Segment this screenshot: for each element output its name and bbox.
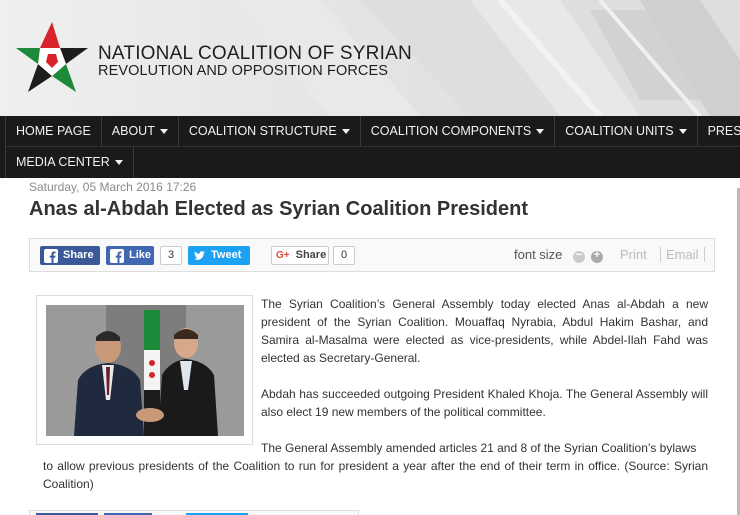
- article-title[interactable]: Anas al-Abdah Elected as Syrian Coalitio…: [29, 198, 528, 221]
- article-paragraph-1: The Syrian Coalition’s General Assembly …: [261, 297, 708, 365]
- facebook-like-button[interactable]: Like: [106, 246, 154, 265]
- nav-item-coalition-components[interactable]: COALITION COMPONENTS: [361, 116, 556, 147]
- article-photo[interactable]: [46, 305, 244, 436]
- nav-item-coalition-units[interactable]: COALITION UNITS: [555, 116, 698, 147]
- nav-label: MEDIA CENTER: [16, 155, 110, 169]
- chevron-down-icon: [678, 129, 687, 135]
- site-header: NATIONAL COALITION OF SYRIAN REVOLUTION …: [0, 0, 740, 116]
- nav-row-1: HOME PAGE ABOUT COALITION STRUCTURE COAL…: [5, 116, 740, 147]
- chevron-down-icon: [114, 160, 123, 166]
- google-plus-count: 0: [333, 246, 355, 265]
- article-paragraph-4: to allow previous presidents of the Coal…: [43, 459, 708, 491]
- nav-label: COALITION COMPONENTS: [370, 124, 532, 138]
- share-toolbar-bottom: [29, 510, 359, 515]
- nav-item-home[interactable]: HOME PAGE: [5, 116, 102, 147]
- article-paragraph-3: The General Assembly amended articles 21…: [261, 441, 697, 455]
- google-plus-icon: G+: [276, 250, 290, 261]
- article-photo-frame: [36, 295, 253, 445]
- nav-label: HOME PAGE: [16, 124, 91, 138]
- nav-item-about[interactable]: ABOUT: [102, 116, 179, 147]
- chevron-down-icon: [159, 129, 168, 135]
- font-decrease-button[interactable]: −: [573, 249, 585, 263]
- brand-line-1: NATIONAL COALITION OF SYRIAN: [98, 43, 412, 64]
- facebook-icon: [110, 248, 124, 263]
- nav-row-2: MEDIA CENTER: [5, 147, 134, 178]
- tweet-button[interactable]: Tweet: [188, 246, 250, 265]
- tweet-label: Tweet: [211, 249, 242, 261]
- chevron-down-icon: [536, 129, 545, 135]
- twitter-bird-icon: [192, 249, 206, 263]
- facebook-share-label: Share: [63, 249, 94, 261]
- nav-label: COALITION STRUCTURE: [188, 124, 337, 138]
- chevron-down-icon: [341, 129, 350, 135]
- nav-item-press-releases[interactable]: PRESS RE: [698, 116, 740, 147]
- star-logo-icon[interactable]: [14, 20, 90, 96]
- like-count: 3: [160, 246, 182, 265]
- minus-icon: −: [575, 249, 583, 261]
- article-container: Saturday, 05 March 2016 17:26 Anas al-Ab…: [5, 178, 727, 515]
- nav-item-media-center[interactable]: MEDIA CENTER: [5, 147, 134, 178]
- nav-item-coalition-structure[interactable]: COALITION STRUCTURE: [179, 116, 361, 147]
- article-date: Saturday, 05 March 2016 17:26: [29, 180, 197, 194]
- facebook-like-label: Like: [129, 249, 152, 261]
- email-link[interactable]: Email: [660, 247, 705, 262]
- main-navigation: HOME PAGE ABOUT COALITION STRUCTURE COAL…: [0, 116, 740, 178]
- google-plus-share-label: Share: [295, 249, 327, 261]
- plus-icon: +: [593, 249, 601, 261]
- google-plus-share-button[interactable]: G+ Share: [271, 246, 329, 265]
- nav-label: ABOUT: [111, 124, 155, 138]
- facebook-icon: [44, 248, 58, 263]
- article-paragraph-2: Abdah has succeeded outgoing President K…: [261, 387, 708, 419]
- share-toolbar: Share Like 3 Tweet G+ Share 0 font size …: [29, 238, 715, 272]
- font-size-label: font size: [514, 247, 563, 262]
- nav-label: PRESS RE: [707, 124, 740, 138]
- site-brand[interactable]: NATIONAL COALITION OF SYRIAN REVOLUTION …: [98, 44, 412, 80]
- font-increase-button[interactable]: +: [591, 249, 603, 263]
- nav-label: COALITION UNITS: [565, 124, 674, 138]
- facebook-share-button[interactable]: Share: [40, 246, 100, 265]
- brand-line-2: REVOLUTION AND OPPOSITION FORCES: [98, 63, 389, 79]
- print-link[interactable]: Print: [620, 247, 647, 262]
